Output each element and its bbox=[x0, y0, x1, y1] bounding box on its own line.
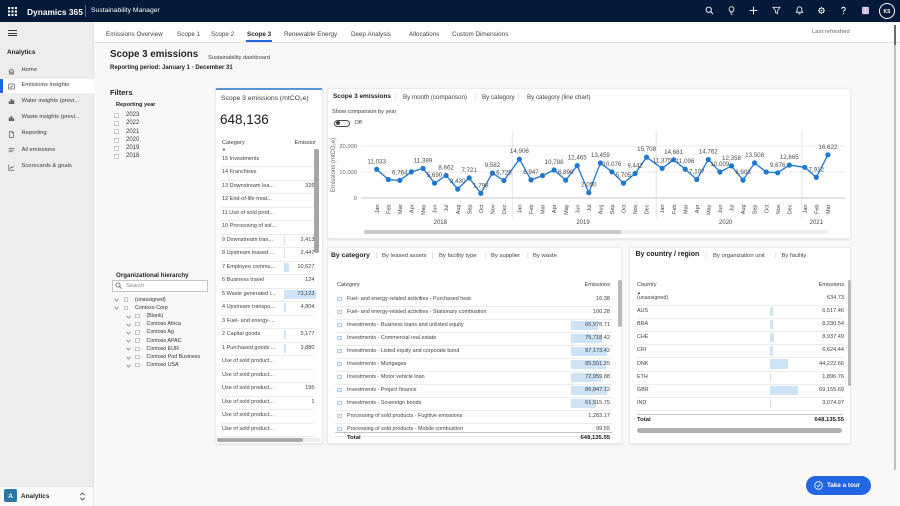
svg-text:May: May bbox=[706, 204, 712, 215]
svg-text:Mar: Mar bbox=[826, 204, 832, 214]
svg-text:Jul: Jul bbox=[444, 205, 450, 212]
svg-text:Mar: Mar bbox=[541, 204, 547, 214]
svg-text:15,708: 15,708 bbox=[637, 146, 656, 153]
svg-text:2020: 2020 bbox=[719, 220, 733, 226]
svg-text:Jul: Jul bbox=[730, 205, 736, 212]
svg-text:May: May bbox=[564, 204, 570, 215]
svg-text:2021: 2021 bbox=[810, 220, 824, 226]
svg-text:2019: 2019 bbox=[576, 220, 590, 226]
svg-text:1,798: 1,798 bbox=[473, 182, 489, 189]
svg-text:10,076: 10,076 bbox=[602, 161, 621, 168]
svg-text:Feb: Feb bbox=[529, 205, 535, 214]
svg-text:8,662: 8,662 bbox=[438, 165, 454, 172]
svg-text:9,442: 9,442 bbox=[627, 163, 643, 170]
svg-text:Emissions (mtCO₂e): Emissions (mtCO₂e) bbox=[331, 138, 337, 192]
svg-text:11,375: 11,375 bbox=[653, 157, 672, 164]
svg-text:2018: 2018 bbox=[434, 220, 448, 226]
svg-text:7,721: 7,721 bbox=[461, 167, 477, 174]
svg-text:Feb: Feb bbox=[814, 205, 820, 214]
svg-text:6,764: 6,764 bbox=[392, 169, 408, 176]
svg-text:14,681: 14,681 bbox=[664, 149, 683, 156]
svg-text:Nov: Nov bbox=[491, 204, 497, 214]
svg-text:Jan: Jan bbox=[803, 205, 809, 214]
svg-text:6,725: 6,725 bbox=[496, 170, 512, 177]
svg-text:9,676: 9,676 bbox=[770, 162, 786, 169]
svg-text:Nov: Nov bbox=[633, 204, 639, 214]
svg-text:13,459: 13,459 bbox=[591, 152, 610, 159]
svg-text:11,096: 11,096 bbox=[676, 158, 695, 165]
svg-text:Feb: Feb bbox=[386, 205, 392, 214]
svg-text:Jan: Jan bbox=[518, 205, 524, 214]
svg-text:May: May bbox=[421, 204, 427, 215]
svg-text:10,009: 10,009 bbox=[710, 161, 729, 168]
svg-text:Dec: Dec bbox=[787, 204, 793, 214]
svg-text:9,582: 9,582 bbox=[485, 162, 501, 169]
svg-text:6,890: 6,890 bbox=[558, 169, 574, 176]
svg-text:7,107: 7,107 bbox=[689, 169, 705, 176]
svg-text:Oct: Oct bbox=[764, 204, 770, 213]
svg-text:Jan: Jan bbox=[375, 205, 381, 214]
svg-text:11,033: 11,033 bbox=[367, 158, 386, 165]
svg-text:Nov: Nov bbox=[776, 204, 782, 214]
svg-text:16,622: 16,622 bbox=[818, 144, 837, 151]
svg-text:Oct: Oct bbox=[622, 204, 628, 213]
svg-text:20,000: 20,000 bbox=[339, 144, 357, 150]
svg-text:2,050: 2,050 bbox=[581, 182, 597, 189]
svg-text:Jun: Jun bbox=[433, 205, 439, 214]
svg-text:6,903: 6,903 bbox=[735, 169, 751, 176]
svg-text:3,430: 3,430 bbox=[450, 178, 466, 185]
svg-text:Jul: Jul bbox=[587, 205, 593, 212]
svg-text:12,665: 12,665 bbox=[780, 154, 799, 161]
svg-text:Sep: Sep bbox=[467, 205, 473, 215]
svg-text:5,690: 5,690 bbox=[427, 172, 443, 179]
svg-text:Aug: Aug bbox=[456, 205, 462, 215]
svg-text:Jun: Jun bbox=[575, 204, 581, 213]
svg-text:11,389: 11,389 bbox=[414, 157, 433, 164]
svg-text:Mar: Mar bbox=[398, 204, 404, 214]
svg-text:Aug: Aug bbox=[741, 205, 747, 215]
svg-text:Jan: Jan bbox=[660, 205, 666, 214]
svg-text:Mar: Mar bbox=[683, 204, 689, 214]
svg-text:Aug: Aug bbox=[599, 205, 605, 215]
svg-text:Apr: Apr bbox=[695, 204, 701, 213]
svg-text:10,000: 10,000 bbox=[339, 170, 357, 176]
svg-text:Apr: Apr bbox=[552, 204, 558, 213]
svg-text:Sep: Sep bbox=[610, 205, 616, 215]
svg-text:13,508: 13,508 bbox=[745, 152, 764, 159]
svg-text:5,705: 5,705 bbox=[616, 172, 632, 179]
svg-text:7,912: 7,912 bbox=[809, 166, 825, 173]
svg-text:12,465: 12,465 bbox=[568, 155, 587, 162]
svg-text:Feb: Feb bbox=[672, 205, 678, 214]
svg-text:Dec: Dec bbox=[502, 204, 508, 214]
svg-text:Jun: Jun bbox=[718, 205, 724, 214]
svg-text:12,358: 12,358 bbox=[722, 155, 741, 162]
svg-text:Sep: Sep bbox=[753, 205, 759, 215]
svg-text:14,906: 14,906 bbox=[510, 148, 529, 155]
svg-text:Dec: Dec bbox=[645, 204, 651, 214]
svg-text:Oct: Oct bbox=[479, 204, 485, 213]
svg-text:0: 0 bbox=[354, 196, 357, 202]
svg-text:6,947: 6,947 bbox=[523, 169, 539, 176]
svg-text:10,788: 10,788 bbox=[545, 159, 564, 166]
svg-text:14,762: 14,762 bbox=[699, 149, 718, 156]
svg-text:Apr: Apr bbox=[410, 204, 416, 213]
